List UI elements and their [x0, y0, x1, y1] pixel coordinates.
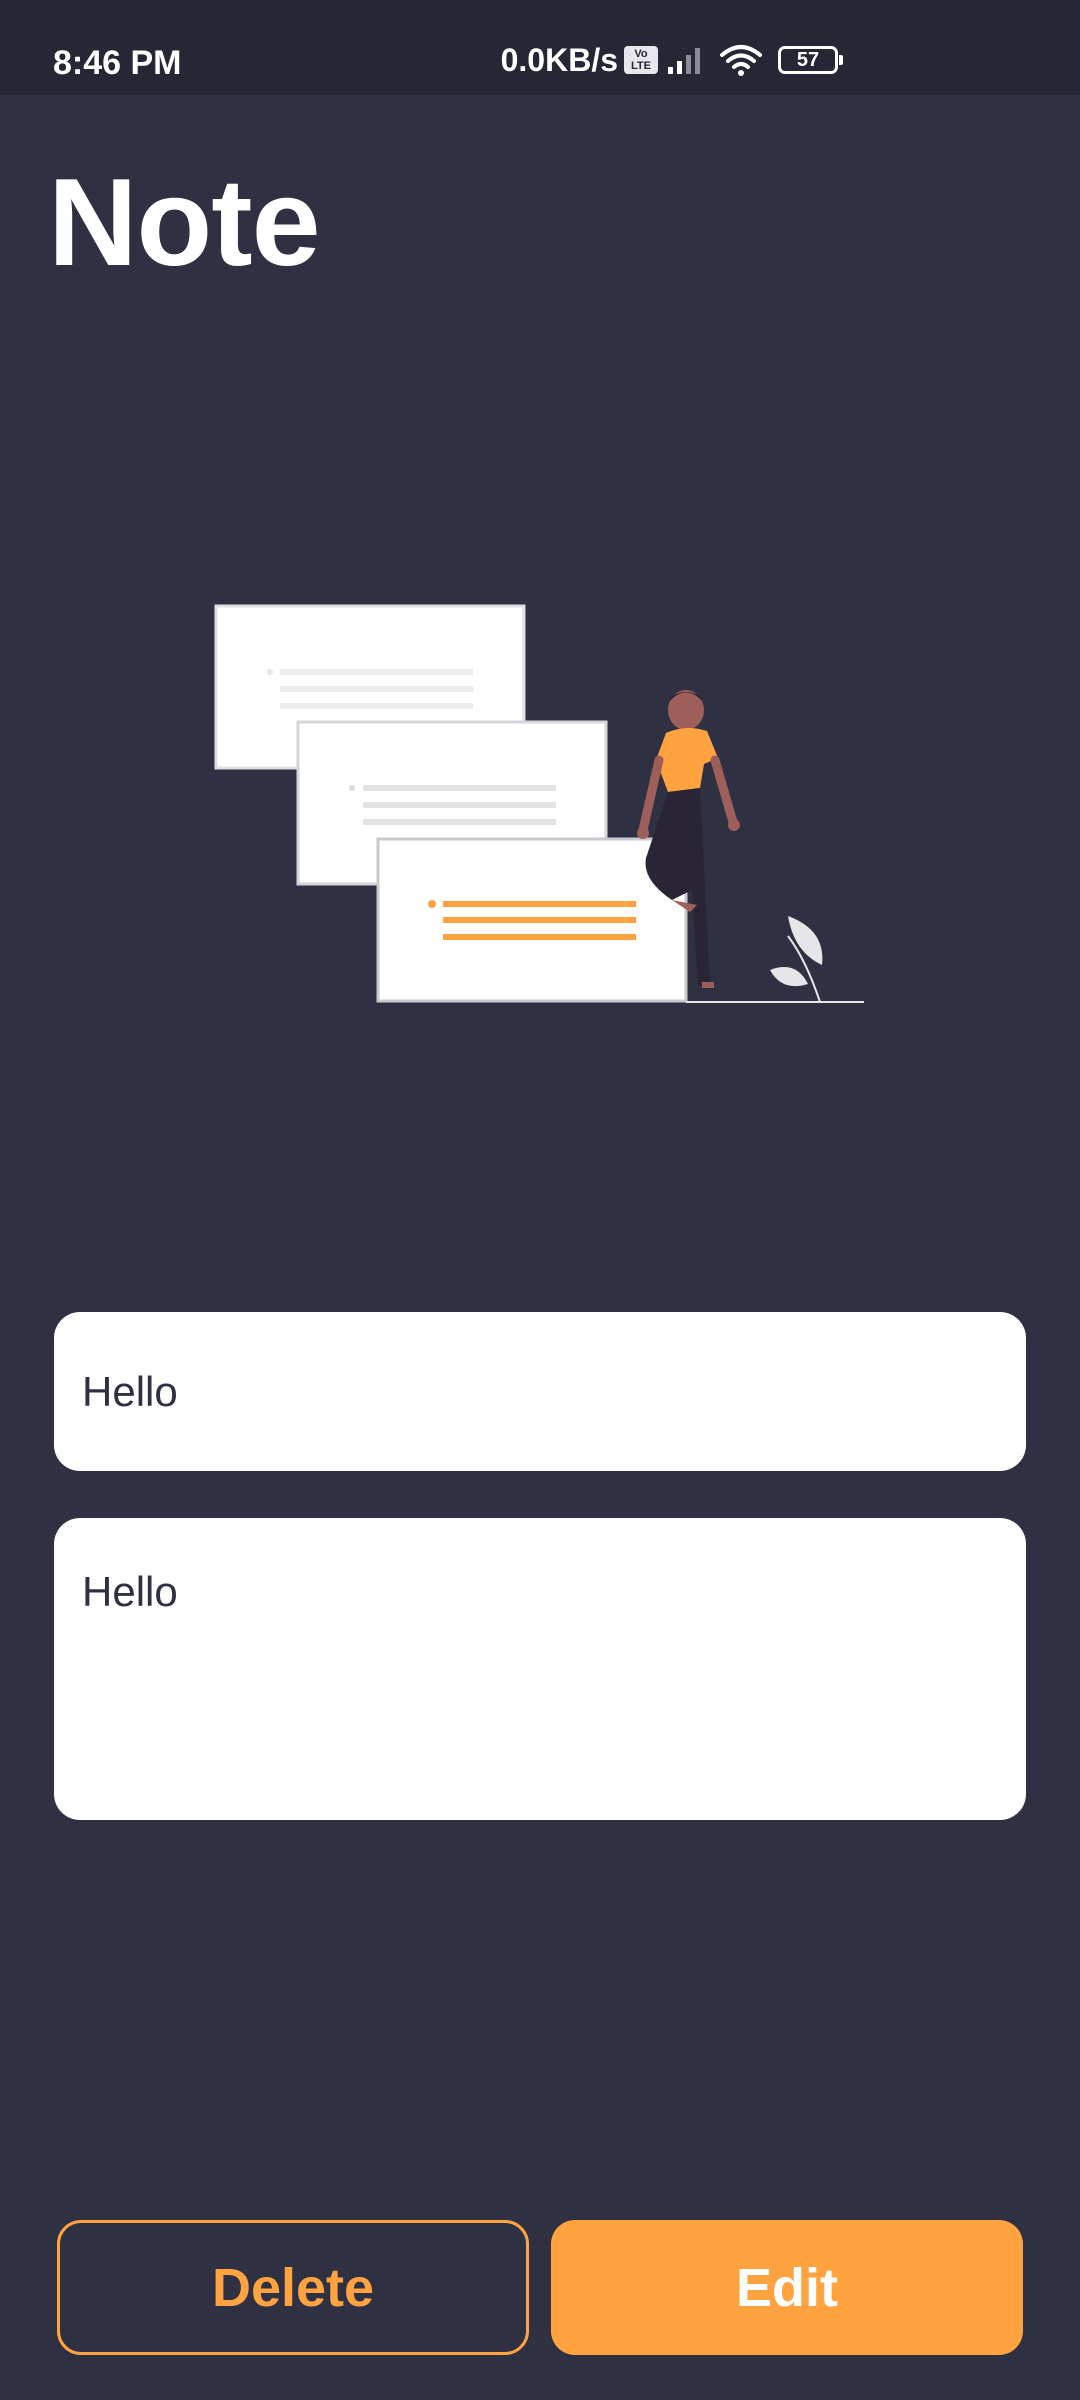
- note-title-input[interactable]: Hello: [54, 1312, 1026, 1471]
- battery-icon: 57: [778, 46, 843, 74]
- notes-illustration-icon: [214, 604, 864, 1003]
- page-title: Note: [48, 154, 321, 292]
- status-bar: 8:46 PM 0.0KB/s Vo LTE 57: [0, 0, 1080, 95]
- status-icons: 0.0KB/s Vo LTE 57: [500, 40, 843, 80]
- note-body-input[interactable]: Hello: [54, 1518, 1026, 1820]
- edit-button[interactable]: Edit: [551, 2220, 1023, 2355]
- wifi-icon: [720, 45, 762, 76]
- status-time: 8:46 PM: [53, 44, 182, 82]
- volte-icon: Vo LTE: [624, 46, 658, 74]
- network-speed: 0.0KB/s: [500, 41, 618, 78]
- signal-icon: [668, 48, 700, 74]
- delete-button[interactable]: Delete: [57, 2220, 529, 2355]
